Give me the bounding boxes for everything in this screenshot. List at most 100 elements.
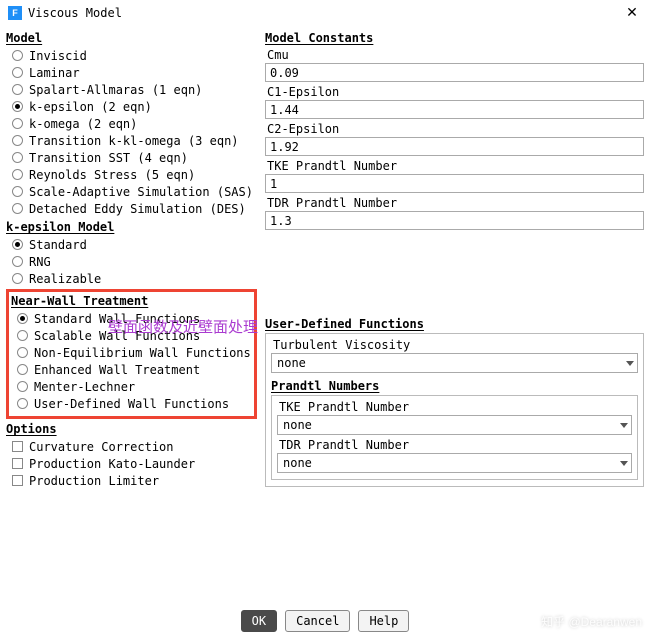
constants-title: Model Constants bbox=[265, 31, 644, 45]
option-label: Production Limiter bbox=[29, 474, 159, 488]
near-wall-label: User-Defined Wall Functions bbox=[34, 397, 229, 411]
model-label: Transition SST (4 eqn) bbox=[29, 151, 188, 165]
model-option[interactable]: k-omega (2 eqn) bbox=[6, 115, 261, 132]
ok-button[interactable]: OK bbox=[241, 610, 277, 632]
constant-label: C1-Epsilon bbox=[267, 85, 644, 99]
checkbox-icon bbox=[12, 475, 23, 486]
model-label: Inviscid bbox=[29, 49, 87, 63]
model-label: k-epsilon (2 eqn) bbox=[29, 100, 152, 114]
model-label: Spalart-Allmaras (1 eqn) bbox=[29, 83, 202, 97]
zhihu-icon bbox=[523, 615, 537, 629]
turb-visc-label: Turbulent Viscosity bbox=[273, 338, 638, 352]
help-button[interactable]: Help bbox=[358, 610, 409, 632]
near-wall-option[interactable]: User-Defined Wall Functions bbox=[11, 395, 252, 412]
radio-icon bbox=[17, 347, 28, 358]
prandtl-value: none bbox=[283, 418, 620, 432]
option-label: Curvature Correction bbox=[29, 440, 174, 454]
ke-model-label: Standard bbox=[29, 238, 87, 252]
constant-input[interactable] bbox=[265, 63, 644, 82]
radio-icon bbox=[17, 313, 28, 324]
titlebar: F Viscous Model ✕ bbox=[0, 0, 650, 26]
model-label: Scale-Adaptive Simulation (SAS) bbox=[29, 185, 253, 199]
ke-model-label: Realizable bbox=[29, 272, 101, 286]
radio-icon bbox=[12, 273, 23, 284]
ke-model-option[interactable]: Standard bbox=[6, 236, 261, 253]
prandtl-label: TDR Prandtl Number bbox=[279, 438, 632, 452]
model-option[interactable]: Transition k-kl-omega (3 eqn) bbox=[6, 132, 261, 149]
radio-icon bbox=[12, 239, 23, 250]
model-option[interactable]: Scale-Adaptive Simulation (SAS) bbox=[6, 183, 261, 200]
near-wall-option[interactable]: Non-Equilibrium Wall Functions bbox=[11, 344, 252, 361]
model-option[interactable]: Transition SST (4 eqn) bbox=[6, 149, 261, 166]
ke-model-option[interactable]: RNG bbox=[6, 253, 261, 270]
watermark: 知乎 @Dearanwen bbox=[523, 613, 642, 630]
options-checks: Curvature Correction Production Kato-Laun… bbox=[6, 438, 261, 489]
near-wall-label: Enhanced Wall Treatment bbox=[34, 363, 200, 377]
near-wall-option[interactable]: Menter-Lechner bbox=[11, 378, 252, 395]
option-check[interactable]: Production Limiter bbox=[6, 472, 261, 489]
option-label: Production Kato-Launder bbox=[29, 457, 195, 471]
constant-input[interactable] bbox=[265, 137, 644, 156]
model-option[interactable]: Inviscid bbox=[6, 47, 261, 64]
radio-icon bbox=[17, 330, 28, 341]
ke-model-options: Standard RNG Realizable bbox=[6, 236, 261, 287]
constant-label: Cmu bbox=[267, 48, 644, 62]
watermark-text: 知乎 @Dearanwen bbox=[541, 613, 642, 630]
radio-icon bbox=[12, 135, 23, 146]
checkbox-icon bbox=[12, 441, 23, 452]
model-option[interactable]: Detached Eddy Simulation (DES) bbox=[6, 200, 261, 217]
checkbox-icon bbox=[12, 458, 23, 469]
model-option[interactable]: Reynolds Stress (5 eqn) bbox=[6, 166, 261, 183]
radio-icon bbox=[12, 101, 23, 112]
turb-visc-dropdown[interactable]: none bbox=[271, 353, 638, 373]
chevron-down-icon bbox=[620, 461, 628, 466]
radio-icon bbox=[17, 398, 28, 409]
close-icon[interactable]: ✕ bbox=[622, 4, 642, 21]
constant-label: C2-Epsilon bbox=[267, 122, 644, 136]
prandtl-dropdown[interactable]: none bbox=[277, 415, 632, 435]
constant-input[interactable] bbox=[265, 174, 644, 193]
ke-model-option[interactable]: Realizable bbox=[6, 270, 261, 287]
model-label: k-omega (2 eqn) bbox=[29, 117, 137, 131]
udf-title: User-Defined Functions bbox=[265, 317, 644, 331]
window-title: Viscous Model bbox=[28, 6, 622, 20]
model-option[interactable]: Spalart-Allmaras (1 eqn) bbox=[6, 81, 261, 98]
chevron-down-icon bbox=[620, 423, 628, 428]
constant-input[interactable] bbox=[265, 100, 644, 119]
prandtl-box: TKE Prandtl NumbernoneTDR Prandtl Number… bbox=[271, 395, 638, 480]
radio-icon bbox=[12, 169, 23, 180]
near-wall-label: Menter-Lechner bbox=[34, 380, 135, 394]
near-wall-title: Near-Wall Treatment bbox=[11, 294, 252, 308]
ke-model-label: RNG bbox=[29, 255, 51, 269]
annotation-text: 壁面函数及近壁面处理 bbox=[108, 316, 258, 337]
prandtl-dropdown[interactable]: none bbox=[277, 453, 632, 473]
prandtl-label: TKE Prandtl Number bbox=[279, 400, 632, 414]
radio-icon bbox=[12, 186, 23, 197]
option-check[interactable]: Production Kato-Launder bbox=[6, 455, 261, 472]
prandtl-title: Prandtl Numbers bbox=[271, 379, 638, 393]
ke-model-title: k-epsilon Model bbox=[6, 220, 261, 234]
near-wall-option[interactable]: Enhanced Wall Treatment bbox=[11, 361, 252, 378]
udf-box: Turbulent Viscosity none Prandtl Numbers… bbox=[265, 333, 644, 487]
app-icon: F bbox=[8, 6, 22, 20]
chevron-down-icon bbox=[626, 361, 634, 366]
cancel-button[interactable]: Cancel bbox=[285, 610, 350, 632]
model-label: Transition k-kl-omega (3 eqn) bbox=[29, 134, 239, 148]
near-wall-highlight-box: Near-Wall Treatment Standard Wall Functi… bbox=[6, 289, 257, 419]
constant-label: TKE Prandtl Number bbox=[267, 159, 644, 173]
radio-icon bbox=[12, 67, 23, 78]
radio-icon bbox=[12, 118, 23, 129]
constant-input[interactable] bbox=[265, 211, 644, 230]
model-options: InviscidLaminar Spalart-Allmaras (1 eqn) k… bbox=[6, 47, 261, 217]
model-option[interactable]: k-epsilon (2 eqn) bbox=[6, 98, 261, 115]
radio-icon bbox=[17, 364, 28, 375]
radio-icon bbox=[12, 84, 23, 95]
constant-label: TDR Prandtl Number bbox=[267, 196, 644, 210]
turb-visc-value: none bbox=[277, 356, 626, 370]
radio-icon bbox=[12, 50, 23, 61]
model-label: Detached Eddy Simulation (DES) bbox=[29, 202, 246, 216]
radio-icon bbox=[12, 152, 23, 163]
model-option[interactable]: Laminar bbox=[6, 64, 261, 81]
option-check[interactable]: Curvature Correction bbox=[6, 438, 261, 455]
radio-icon bbox=[12, 256, 23, 267]
